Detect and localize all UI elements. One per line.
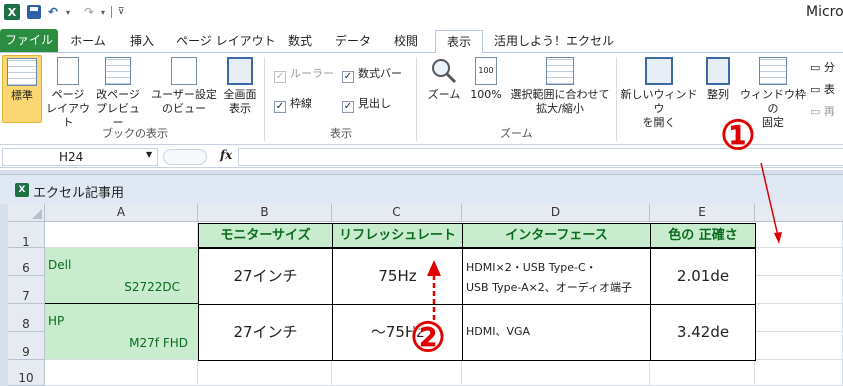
arrow-one-line	[760, 162, 779, 237]
arrow-two-head	[427, 260, 441, 276]
arrow-one-head	[774, 232, 782, 244]
excel-window: X ↶ ▾ ↷ ▾ ⊽ Micro ファイル ホーム 挿入 ページ レイアウト …	[0, 0, 843, 386]
annotation-circle-one: ①	[720, 112, 756, 159]
annotation-circle-two: ②	[410, 314, 446, 361]
